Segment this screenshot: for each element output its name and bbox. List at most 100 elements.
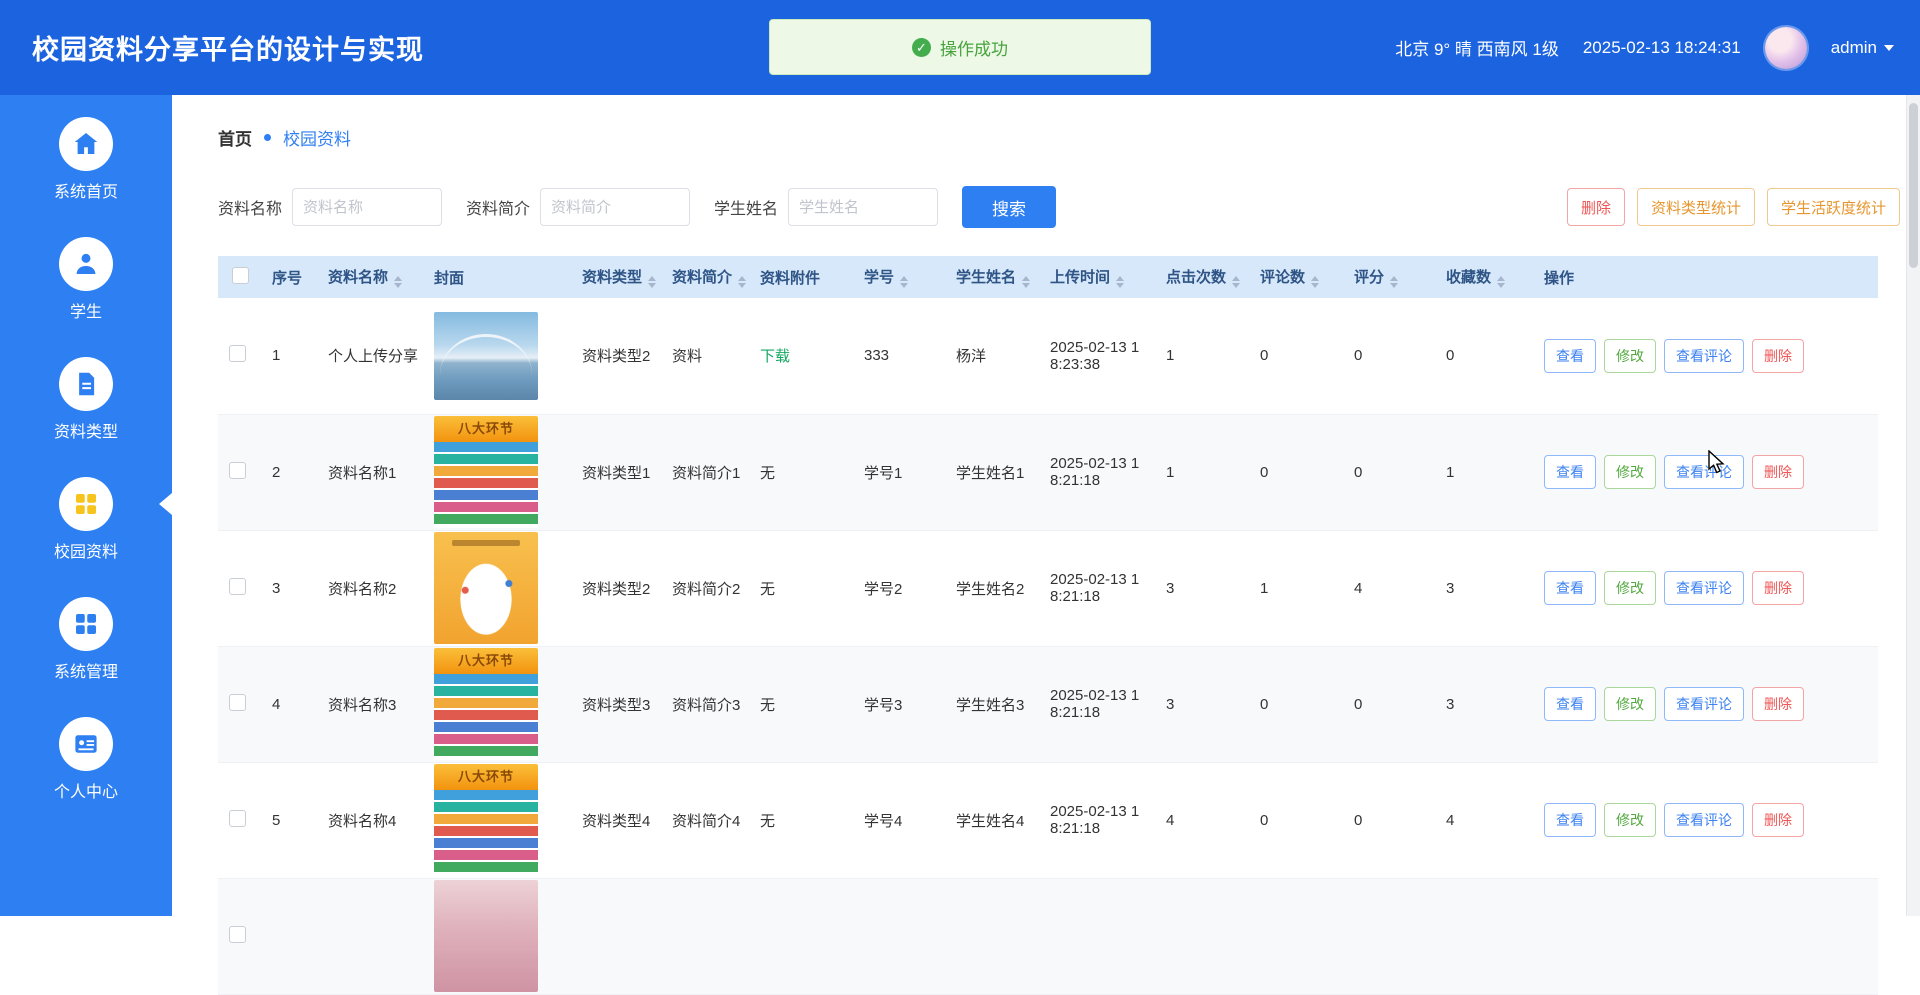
bulk-delete-button[interactable]: 删除 — [1566, 188, 1625, 226]
sort-icon[interactable] — [1022, 276, 1031, 288]
row-checkbox[interactable] — [228, 345, 246, 363]
sort-icon[interactable] — [1311, 276, 1320, 288]
edit-button[interactable]: 修改 — [1604, 338, 1656, 373]
column-header-name[interactable]: 资料名称 — [318, 256, 424, 298]
column-header-intro[interactable]: 资料简介 — [662, 256, 750, 298]
row-checkbox[interactable] — [228, 461, 246, 479]
activity-stats-button[interactable]: 学生活跃度统计 — [1766, 188, 1900, 226]
bulk-actions: 删除 资料类型统计 学生活跃度统计 — [1566, 188, 1900, 226]
sort-icon[interactable] — [900, 276, 909, 288]
cell-name: 资料名称3 — [318, 646, 424, 763]
row-checkbox[interactable] — [228, 693, 246, 711]
breadcrumb-current[interactable]: 校园资料 — [283, 125, 351, 150]
username: admin — [1830, 37, 1877, 57]
delete-row-button[interactable]: 删除 — [1752, 803, 1804, 837]
view-comments-button[interactable]: 查看评论 — [1664, 571, 1744, 605]
edit-button[interactable]: 修改 — [1604, 455, 1656, 489]
sidebar: 系统首页 学生 资料类型 校园资料 系统管理 个人中心 — [0, 95, 172, 916]
row-checkbox[interactable] — [228, 809, 246, 827]
view-button[interactable]: 查看 — [1544, 803, 1596, 837]
cell-index: 3 — [262, 530, 318, 647]
sidebar-item-students[interactable]: 学生 — [0, 237, 172, 322]
delete-row-button[interactable]: 删除 — [1752, 687, 1804, 721]
cell-cover: 八大环节 — [424, 414, 572, 531]
sort-icon[interactable] — [1497, 276, 1506, 288]
cell-clicks — [1156, 878, 1250, 995]
download-link[interactable]: 下载 — [750, 298, 854, 415]
filter-name-input[interactable] — [292, 188, 443, 226]
view-comments-button[interactable]: 查看评论 — [1664, 803, 1744, 837]
cell-actions: 查看 修改 查看评论 删除 — [1534, 530, 1878, 647]
view-button[interactable]: 查看 — [1544, 687, 1596, 721]
column-header-clicks[interactable]: 点击次数 — [1156, 256, 1250, 298]
sort-icon[interactable] — [1116, 276, 1125, 288]
edit-button[interactable]: 修改 — [1604, 687, 1656, 721]
filter-student-input[interactable] — [788, 188, 939, 226]
sort-icon[interactable] — [1232, 276, 1241, 288]
cell-favorites: 1 — [1436, 414, 1534, 531]
delete-row-button[interactable]: 删除 — [1752, 338, 1804, 373]
cover-image[interactable]: 八大环节 — [434, 648, 538, 760]
filter-intro-input[interactable] — [540, 188, 691, 226]
sort-icon[interactable] — [648, 276, 657, 288]
type-stats-button[interactable]: 资料类型统计 — [1636, 188, 1755, 226]
cover-image[interactable]: 八大环节 — [434, 764, 538, 876]
cell-actions: 查看 修改 查看评论 删除 — [1534, 414, 1878, 531]
delete-row-button[interactable]: 删除 — [1752, 455, 1804, 489]
cell-student-no: 学号4 — [854, 762, 946, 879]
cover-image[interactable] — [434, 532, 538, 644]
cell-name: 个人上传分享 — [318, 298, 424, 415]
column-header-student-name[interactable]: 学生姓名 — [946, 256, 1040, 298]
view-comments-button[interactable]: 查看评论 — [1664, 338, 1744, 373]
breadcrumb: 首页 校园资料 — [218, 125, 1906, 150]
chevron-down-icon — [1884, 44, 1894, 51]
view-button[interactable]: 查看 — [1544, 455, 1596, 489]
view-button[interactable]: 查看 — [1544, 571, 1596, 605]
sidebar-item-label: 校园资料 — [53, 544, 118, 561]
sidebar-item-material-types[interactable]: 资料类型 — [0, 357, 172, 442]
select-all-checkbox[interactable] — [231, 266, 249, 284]
sidebar-item-personal-center[interactable]: 个人中心 — [0, 717, 172, 802]
view-comments-button[interactable]: 查看评论 — [1664, 455, 1744, 489]
breadcrumb-home[interactable]: 首页 — [218, 125, 252, 150]
cell-upload-time: 2025-02-13 18:21:18 — [1040, 762, 1156, 879]
grid-icon — [59, 597, 113, 651]
grid-icon — [59, 477, 113, 531]
filter-intro-label: 资料简介 — [466, 201, 531, 218]
sidebar-item-system-management[interactable]: 系统管理 — [0, 597, 172, 682]
search-button[interactable]: 搜索 — [962, 186, 1057, 228]
sort-icon[interactable] — [1390, 276, 1399, 288]
sidebar-item-home[interactable]: 系统首页 — [0, 117, 172, 202]
cell-student-name: 学生姓名3 — [946, 646, 1040, 763]
column-header-upload-time[interactable]: 上传时间 — [1040, 256, 1156, 298]
column-header-rating[interactable]: 评分 — [1344, 256, 1436, 298]
view-comments-button[interactable]: 查看评论 — [1664, 687, 1744, 721]
column-header-type[interactable]: 资料类型 — [572, 256, 662, 298]
edit-button[interactable]: 修改 — [1604, 571, 1656, 605]
cover-image[interactable]: 八大环节 — [434, 416, 538, 528]
cover-image[interactable] — [434, 880, 538, 992]
app-header: 校园资料分享平台的设计与实现 ✓ 操作成功 北京 9° 晴 西南风 1级 202… — [0, 0, 1920, 95]
cell-name: 资料名称4 — [318, 762, 424, 879]
breadcrumb-separator-dot — [264, 134, 271, 141]
edit-button[interactable]: 修改 — [1604, 803, 1656, 837]
view-button[interactable]: 查看 — [1544, 338, 1596, 373]
cover-image[interactable] — [434, 311, 538, 400]
cell-student-name: 学生姓名4 — [946, 762, 1040, 879]
user-menu[interactable]: admin — [1831, 38, 1894, 58]
avatar[interactable] — [1764, 26, 1807, 69]
sidebar-item-campus-materials[interactable]: 校园资料 — [0, 477, 172, 562]
scrollbar-thumb[interactable] — [1909, 103, 1918, 268]
row-checkbox[interactable] — [228, 925, 246, 943]
column-header-comments[interactable]: 评论数 — [1250, 256, 1344, 298]
column-header-student-no[interactable]: 学号 — [854, 256, 946, 298]
cell-intro: 资料 — [662, 298, 750, 415]
row-checkbox[interactable] — [228, 577, 246, 595]
sort-icon[interactable] — [738, 276, 747, 288]
sort-icon[interactable] — [394, 276, 403, 288]
cell-favorites — [1436, 878, 1534, 995]
cell-rating: 0 — [1344, 298, 1436, 415]
delete-row-button[interactable]: 删除 — [1752, 571, 1804, 605]
column-header-favorites[interactable]: 收藏数 — [1436, 256, 1534, 298]
scrollbar-track[interactable] — [1906, 95, 1920, 916]
